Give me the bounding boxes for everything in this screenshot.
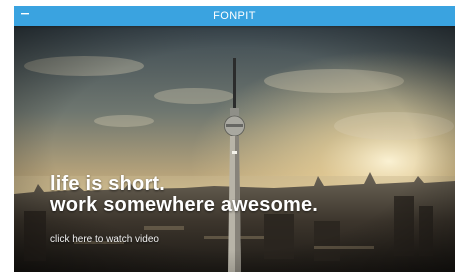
headline-line-2: work somewhere awesome.: [50, 194, 319, 216]
headline-line-1: life is short.: [50, 173, 166, 195]
watch-video-link[interactable]: click here to watch video: [50, 234, 159, 245]
app-window: FONPIT life is short. work somewhere awe…: [14, 6, 455, 272]
app-title: FONPIT: [213, 10, 256, 22]
menu-icon: [21, 13, 29, 15]
app-bar: FONPIT: [14, 6, 455, 26]
menu-button[interactable]: [20, 10, 32, 22]
hero-headline: life is short. work somewhere awesome.: [50, 174, 318, 216]
